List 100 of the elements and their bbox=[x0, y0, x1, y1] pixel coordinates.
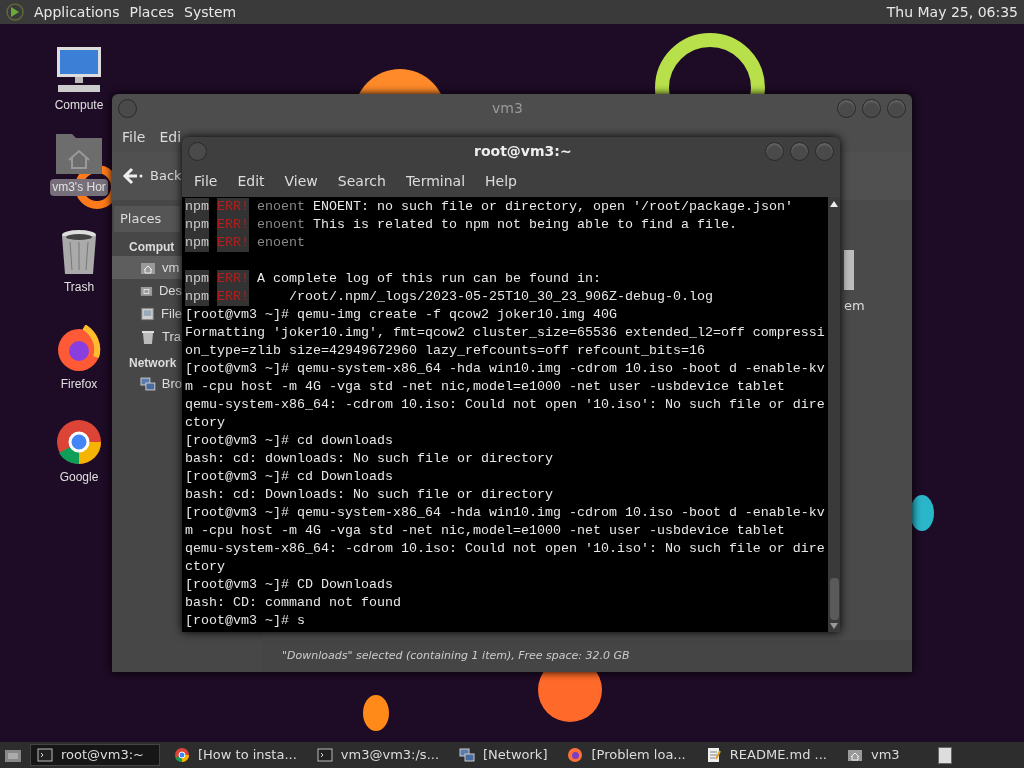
sidebar-heading: Network bbox=[129, 355, 177, 372]
chrome-icon bbox=[174, 747, 190, 763]
terminal-line: [root@vm3 ~]# qemu-img create -f qcow2 joker10.img 40G bbox=[185, 306, 618, 324]
trash-icon bbox=[140, 328, 156, 345]
npm-prefix: npm bbox=[185, 198, 209, 216]
window-control-button[interactable] bbox=[887, 98, 906, 118]
taskbar-button[interactable]: vm3@vm3:/s... bbox=[310, 744, 446, 766]
error-tag: ERR! bbox=[217, 234, 249, 252]
file-label[interactable]: em bbox=[844, 296, 865, 316]
chrome-icon bbox=[54, 418, 104, 466]
terminal-line: [root@vm3 ~]# cd Downloads bbox=[185, 468, 394, 486]
sidebar-item[interactable]: Tra bbox=[112, 325, 182, 348]
terminal-line: on_type=zlib size=42949672960 lazy_refcounts=off refcount_bits=16 bbox=[185, 342, 706, 360]
scrollbar[interactable] bbox=[828, 197, 840, 632]
terminal-line: [root@vm3 ~]# qemu-system-x86_64 -hda win10.img -cdrom 10.iso -boot d -enable-kv bbox=[185, 504, 826, 522]
menu-item[interactable]: File bbox=[194, 170, 218, 192]
error-tag: ERR! bbox=[217, 216, 249, 234]
terminal-line: Formatting 'joker10.img', fmt=qcow2 cluster_size=65536 extended_l2=off compressi bbox=[185, 324, 826, 342]
terminal-line: [root@vm3 ~]# qemu-system-x86_64 -hda win10.img -cdrom 10.iso -boot d -enable-kv bbox=[185, 360, 826, 378]
clock[interactable]: Thu May 25, 06:35 bbox=[886, 1, 1018, 23]
error-code: enoent bbox=[257, 234, 305, 252]
circle-decoration bbox=[363, 695, 389, 731]
terminal-line: qemu-system-x86_64: -cdrom 10.iso: Could not open '10.iso': No such file or dire bbox=[185, 540, 826, 558]
window-control-button[interactable] bbox=[862, 98, 881, 118]
desktop-icon-label[interactable]: Trash bbox=[63, 279, 95, 296]
drive-icon bbox=[140, 305, 156, 322]
terminal-icon bbox=[316, 747, 333, 763]
places-button[interactable]: Places bbox=[114, 206, 180, 232]
error-tag: ERR! bbox=[217, 288, 249, 306]
window-menu-button[interactable] bbox=[188, 141, 207, 161]
scroll-down-icon bbox=[830, 623, 838, 629]
menu-item[interactable]: Edit bbox=[237, 170, 265, 192]
window-menu-button[interactable] bbox=[118, 98, 137, 118]
terminal-line: [root@vm3 ~]# cd downloads bbox=[185, 432, 394, 450]
start-icon[interactable] bbox=[6, 3, 24, 21]
error-tag: ERR! bbox=[217, 198, 249, 216]
taskbar-button[interactable]: [Network] bbox=[453, 744, 554, 766]
window-title: vm3 bbox=[492, 98, 523, 118]
sidebar-heading: Comput bbox=[129, 239, 175, 256]
taskbar-button[interactable]: [Problem loa... bbox=[561, 744, 692, 766]
error-code: enoent bbox=[257, 216, 305, 234]
terminal-line: [root@vm3 ~]# s bbox=[185, 612, 306, 630]
taskbar-button[interactable]: README.md ... bbox=[699, 744, 833, 766]
taskbar-button[interactable]: vm3 bbox=[840, 744, 906, 766]
terminal-line: bash: CD: command not found bbox=[185, 594, 402, 612]
sidebar-item-label: File bbox=[161, 304, 182, 323]
terminal-line: /root/.npm/_logs/2023-05-25T10_30_23_906Z-debug-0.log bbox=[288, 288, 713, 306]
sidebar-item[interactable]: vm bbox=[112, 256, 182, 279]
terminal-line: ctory bbox=[185, 558, 226, 576]
window-control-button[interactable] bbox=[790, 141, 809, 161]
show-desktop-icon[interactable] bbox=[4, 747, 22, 763]
window-title: root@vm3:~ bbox=[474, 141, 572, 161]
workspace-switcher[interactable] bbox=[938, 746, 952, 764]
terminal-line: bash: cd: Downloads: No such file or directory bbox=[185, 486, 554, 504]
terminal-line: m -cpu host -m 4G -vga std -net nic,model=e1000 -net user -usbdevice tablet bbox=[185, 378, 786, 396]
menu-item[interactable]: File bbox=[122, 126, 146, 148]
panel-menu[interactable]: Applications bbox=[34, 1, 120, 23]
window-control-button[interactable] bbox=[815, 141, 834, 161]
terminal-line: qemu-system-x86_64: -cdrom 10.iso: Could not open '10.iso': No such file or dire bbox=[185, 396, 826, 414]
file-icon bbox=[844, 250, 856, 290]
desktop-icon-label[interactable]: Firefox bbox=[60, 376, 98, 393]
back-arrow-icon bbox=[122, 167, 144, 185]
npm-prefix: npm bbox=[185, 270, 209, 288]
taskbar-button[interactable]: root@vm3:~ bbox=[30, 744, 160, 766]
terminal-line: [root@vm3 ~]# CD Downloads bbox=[185, 576, 394, 594]
terminal-icon bbox=[37, 747, 53, 763]
menu-item[interactable]: Edi bbox=[159, 126, 182, 148]
back-button[interactable]: Back bbox=[122, 166, 182, 186]
network-icon bbox=[459, 747, 476, 763]
terminal-line: ENOENT: no such file or directory, open '/root/package.json' bbox=[313, 198, 793, 216]
npm-prefix: npm bbox=[185, 216, 209, 234]
network-icon bbox=[140, 375, 156, 392]
sidebar-item-label: Des bbox=[158, 281, 182, 300]
terminal-line: A complete log of this run can be found in: bbox=[257, 270, 601, 288]
firefox-icon bbox=[567, 747, 584, 763]
menu-item[interactable]: Help bbox=[485, 170, 517, 192]
taskbar-button[interactable]: [How to insta... bbox=[168, 744, 303, 766]
desktop-icon-label[interactable]: Compute bbox=[54, 97, 104, 114]
circle-decoration bbox=[910, 495, 934, 531]
sidebar-item-label: vm bbox=[162, 258, 180, 277]
home-folder-icon bbox=[846, 747, 863, 763]
panel-menu[interactable]: Places bbox=[129, 1, 175, 23]
sidebar-item[interactable]: File bbox=[112, 302, 182, 325]
menu-item[interactable]: Terminal bbox=[405, 170, 466, 192]
sidebar-item-label: Bro bbox=[161, 374, 182, 393]
desktop-icon-label[interactable]: vm3's Hor bbox=[50, 179, 108, 196]
sidebar-item-label: Tra bbox=[162, 327, 182, 346]
error-code: enoent bbox=[257, 198, 305, 216]
panel-menu[interactable]: System bbox=[184, 1, 237, 23]
window-control-button[interactable] bbox=[837, 98, 856, 118]
status-text: "Downloads" selected (containing 1 item), Free space: 32.0 GB bbox=[282, 647, 630, 664]
sidebar-item[interactable]: Des bbox=[112, 279, 182, 302]
scrollbar-thumb[interactable] bbox=[829, 578, 839, 620]
sidebar-item[interactable]: Bro bbox=[112, 372, 182, 395]
terminal-line: bash: cd: downloads: No such file or directory bbox=[185, 450, 554, 468]
desktop-icon-label[interactable]: Google bbox=[59, 469, 99, 486]
npm-prefix: npm bbox=[185, 234, 209, 252]
window-control-button[interactable] bbox=[765, 141, 784, 161]
menu-item[interactable]: Search bbox=[337, 170, 386, 192]
menu-item[interactable]: View bbox=[284, 170, 318, 192]
